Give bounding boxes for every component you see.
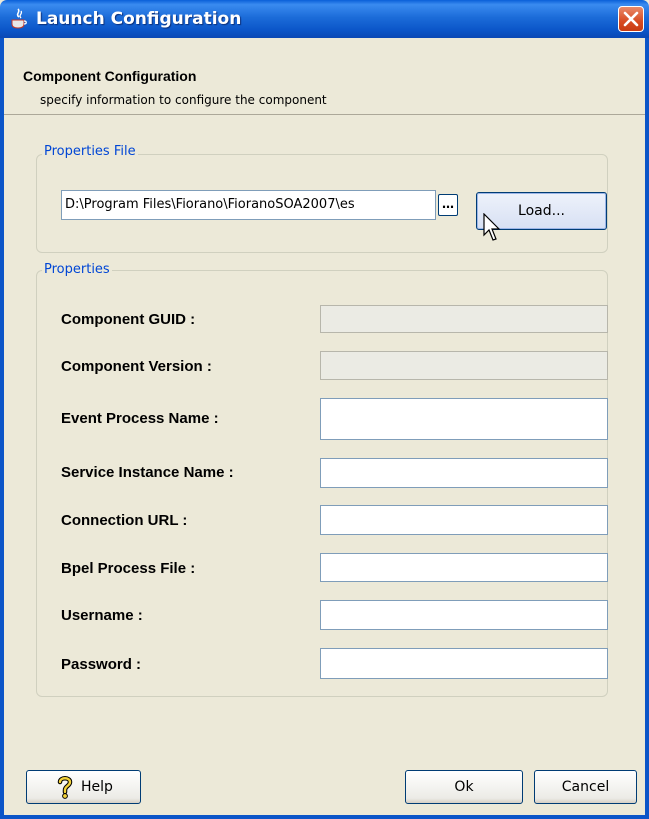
service-instance-name-input[interactable] xyxy=(320,458,608,488)
title-bar[interactable]: Launch Configuration xyxy=(0,0,649,38)
banner-title: Component Configuration xyxy=(23,68,197,84)
banner-subtitle: specify information to configure the com… xyxy=(40,93,327,107)
ellipsis-icon: … xyxy=(442,197,454,211)
username-label: Username : xyxy=(61,607,143,624)
ok-button[interactable]: Ok xyxy=(405,770,523,804)
help-button-label: Help xyxy=(81,779,113,795)
component-guid-field xyxy=(320,305,608,333)
connection-url-input[interactable] xyxy=(320,505,608,535)
window-frame-left xyxy=(0,38,4,819)
connection-url-label: Connection URL : xyxy=(61,512,188,529)
component-guid-label: Component GUID : xyxy=(61,311,196,328)
event-process-name-label: Event Process Name : xyxy=(61,410,219,427)
launch-configuration-dialog: Launch Configuration Component Configura… xyxy=(0,0,649,819)
help-icon xyxy=(57,776,73,799)
window-frame-right xyxy=(645,38,649,819)
properties-file-group-title: Properties File xyxy=(42,144,138,159)
event-process-name-input[interactable] xyxy=(320,398,608,440)
close-button[interactable] xyxy=(618,6,644,32)
password-input[interactable] xyxy=(320,648,608,679)
bpel-process-file-label: Bpel Process File : xyxy=(61,560,196,577)
component-version-label: Component Version : xyxy=(61,358,212,375)
header-banner: Component Configuration specify informat… xyxy=(4,38,645,115)
browse-button[interactable]: … xyxy=(438,194,458,216)
bpel-process-file-input[interactable] xyxy=(320,553,608,582)
component-version-field xyxy=(320,351,608,380)
java-cup-icon xyxy=(11,8,27,29)
help-button[interactable]: Help xyxy=(26,770,141,804)
properties-file-path-input[interactable]: D:\Program Files\Fiorano\FioranoSOA2007\… xyxy=(61,190,436,220)
window-frame-bottom xyxy=(0,815,649,819)
service-instance-name-label: Service Instance Name : xyxy=(61,464,234,481)
properties-group-title: Properties xyxy=(42,262,112,277)
username-input[interactable] xyxy=(320,600,608,630)
cancel-button[interactable]: Cancel xyxy=(534,770,637,804)
close-icon xyxy=(623,11,639,27)
password-label: Password : xyxy=(61,656,142,673)
mouse-pointer-icon xyxy=(483,213,501,241)
window-title: Launch Configuration xyxy=(36,9,242,29)
